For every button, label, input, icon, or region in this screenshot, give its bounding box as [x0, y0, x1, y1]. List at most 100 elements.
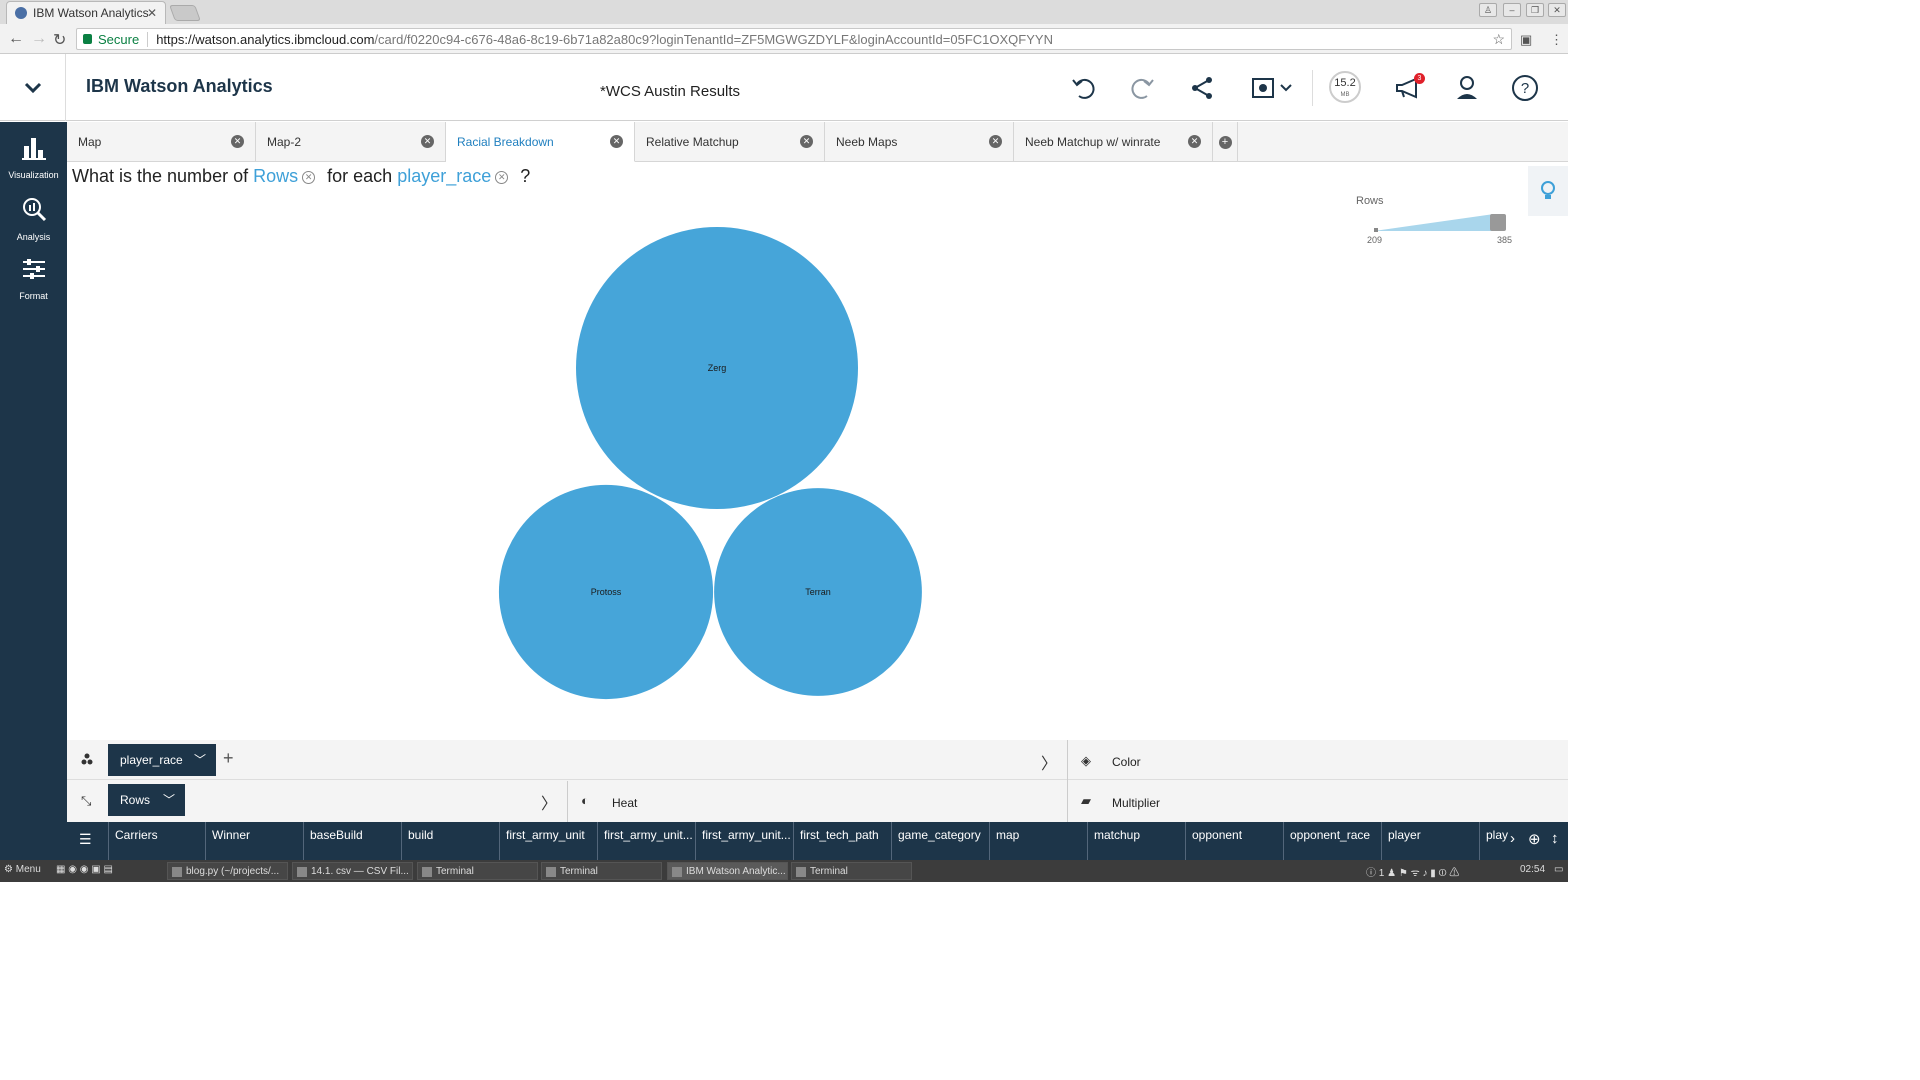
scroll-right-icon[interactable]: ›	[1510, 830, 1515, 847]
close-tab-icon[interactable]: ✕	[610, 135, 623, 148]
column-item[interactable]: opponent_race	[1283, 822, 1381, 860]
os-menu-button[interactable]: ⚙ Menu	[4, 864, 41, 875]
nav-visualization-label: Visualization	[8, 170, 59, 180]
back-icon[interactable]: ←	[8, 30, 24, 48]
close-tab-icon[interactable]: ✕	[800, 135, 813, 148]
column-item[interactable]: baseBuild	[303, 822, 401, 860]
taskbar-window-label: Terminal	[810, 866, 848, 877]
tab-neeb-maps[interactable]: Neeb Maps ✕	[825, 122, 1014, 162]
close-tab-icon[interactable]: ✕	[231, 135, 244, 148]
taskbar-window[interactable]: Terminal	[791, 862, 912, 880]
restore-icon[interactable]: ❐	[1526, 3, 1544, 17]
taskbar-window[interactable]: IBM Watson Analytic...	[667, 862, 788, 880]
add-column-icon[interactable]: ⊕	[1528, 830, 1541, 848]
redo-icon[interactable]	[1126, 72, 1158, 104]
insight-bulb-icon[interactable]	[1528, 166, 1568, 216]
columns-strip: ☰ › ⊕ ↕ Carriers Winner baseBuild build firs…	[67, 822, 1568, 860]
multiplier-slot-label[interactable]: Multiplier	[1112, 796, 1160, 810]
tab-map[interactable]: Map ✕	[67, 122, 256, 162]
columns-settings-icon[interactable]: ☰	[79, 831, 92, 848]
nav-format-label: Format	[19, 291, 48, 301]
color-slot-label[interactable]: Color	[1112, 755, 1141, 769]
taskbar-window-label: Terminal	[560, 866, 598, 877]
workspace-number: 1	[1378, 868, 1385, 879]
heat-icon: ◐	[581, 793, 589, 808]
browser-menu-icon[interactable]: ⋮	[1550, 32, 1563, 48]
column-item[interactable]: Carriers	[108, 822, 206, 860]
size-legend-wedge[interactable]	[1370, 212, 1508, 234]
snapshot-dropdown-icon[interactable]	[1248, 72, 1296, 104]
column-item[interactable]: opponent	[1185, 822, 1283, 860]
add-field-icon[interactable]: +	[223, 748, 234, 769]
taskbar-window[interactable]: 14.1. csv — CSV Fil...	[292, 862, 413, 880]
size-field-pill[interactable]: Rows ﹀	[108, 784, 185, 816]
nav-analysis-label: Analysis	[16, 232, 51, 242]
heat-slot-label[interactable]: Heat	[612, 796, 637, 810]
new-tab-button[interactable]	[169, 5, 201, 21]
taskbar-window[interactable]: Terminal	[417, 862, 538, 880]
column-item[interactable]: player	[1381, 822, 1479, 860]
column-item[interactable]: map	[989, 822, 1087, 860]
close-tab-icon[interactable]: ✕	[147, 6, 157, 20]
user-account-icon[interactable]	[1451, 72, 1483, 104]
os-menu-label: Menu	[15, 864, 41, 875]
tab-label: Neeb Matchup w/ winrate	[1025, 135, 1161, 149]
browser-tab-title: IBM Watson Analytics	[33, 6, 149, 20]
add-tab-button[interactable]: +	[1213, 122, 1238, 162]
nav-analysis[interactable]: Analysis	[0, 196, 67, 242]
add-tab-icon: +	[1218, 135, 1232, 149]
column-item[interactable]: first_army_unit	[499, 822, 597, 860]
tab-label: Relative Matchup	[646, 135, 739, 149]
clock: 02:54	[1520, 864, 1546, 875]
forward-icon[interactable]: →	[31, 30, 47, 48]
extension-icon[interactable]: ▣	[1520, 32, 1532, 48]
collapse-chevron-icon[interactable]	[0, 54, 66, 121]
chevron-right-icon[interactable]: 〉	[1041, 750, 1057, 774]
user-profile-icon[interactable]: ♙	[1479, 3, 1497, 17]
taskbar-window[interactable]: Terminal	[541, 862, 662, 880]
taskbar-window-label: Terminal	[436, 866, 474, 877]
url-input[interactable]: Secure https://watson.analytics.ibmcloud…	[76, 28, 1512, 50]
tab-racial-breakdown[interactable]: Racial Breakdown ✕	[446, 122, 635, 162]
close-tab-icon[interactable]: ✕	[989, 135, 1002, 148]
close-tab-icon[interactable]: ✕	[1188, 135, 1201, 148]
data-usage-indicator[interactable]: 15.2 MB	[1329, 71, 1361, 103]
undo-icon[interactable]	[1068, 72, 1100, 104]
help-icon[interactable]: ?	[1509, 72, 1541, 104]
share-icon[interactable]	[1186, 72, 1218, 104]
nav-format[interactable]: Format	[0, 257, 67, 301]
document-title[interactable]: *WCS Austin Results	[600, 83, 740, 100]
bubble-terran[interactable]: Terran	[714, 488, 922, 696]
tab-map-2[interactable]: Map-2 ✕	[256, 122, 446, 162]
close-window-icon[interactable]: ✕	[1548, 3, 1566, 17]
tab-relative-matchup[interactable]: Relative Matchup ✕	[635, 122, 825, 162]
chevron-right-icon[interactable]: 〉	[541, 790, 557, 814]
tab-label: Map-2	[267, 135, 302, 149]
column-item[interactable]: matchup	[1087, 822, 1185, 860]
column-item[interactable]: play	[1479, 822, 1509, 860]
browser-tab[interactable]: IBM Watson Analytics ✕	[6, 1, 166, 24]
bubble-protoss[interactable]: Protoss	[498, 484, 714, 700]
nav-visualization[interactable]: Visualization	[0, 136, 67, 180]
minimize-icon[interactable]: –	[1503, 3, 1521, 17]
os-taskbar: ⚙ Menu ▦ ◉ ◉ ▣ ▤ ⓘ 1 ♟ ⚑ ᯤ ♪ ▮ ⏼ ⚠ 02:54…	[0, 860, 1568, 882]
launcher-icons[interactable]: ▦ ◉ ◉ ▣ ▤	[56, 864, 113, 875]
bubbles-field-label: player_race	[120, 753, 183, 767]
column-item[interactable]: first_tech_path	[793, 822, 891, 860]
column-sort-icon[interactable]: ↕	[1551, 830, 1559, 847]
show-desktop-icon[interactable]: ▭	[1554, 864, 1563, 875]
column-item[interactable]: build	[401, 822, 499, 860]
column-item[interactable]: game_category	[891, 822, 989, 860]
column-item[interactable]: first_army_unit...	[597, 822, 695, 860]
taskbar-window[interactable]: blog.py (~/projects/...	[167, 862, 288, 880]
reload-icon[interactable]: ↻	[53, 30, 66, 50]
column-item[interactable]: Winner	[205, 822, 303, 860]
tray-icons[interactable]: ⓘ 1 ♟ ⚑ ᯤ ♪ ▮ ⏼ ⚠	[1366, 864, 1459, 879]
legend-max: 385	[1497, 235, 1513, 245]
close-tab-icon[interactable]: ✕	[421, 135, 434, 148]
bubbles-field-pill[interactable]: player_race ﹀	[108, 744, 216, 776]
column-item[interactable]: first_army_unit...	[695, 822, 793, 860]
tab-neeb-matchup[interactable]: Neeb Matchup w/ winrate ✕	[1014, 122, 1213, 162]
bubble-zerg[interactable]: Zerg	[576, 227, 858, 509]
bookmark-star-icon[interactable]: ☆	[1492, 31, 1505, 48]
